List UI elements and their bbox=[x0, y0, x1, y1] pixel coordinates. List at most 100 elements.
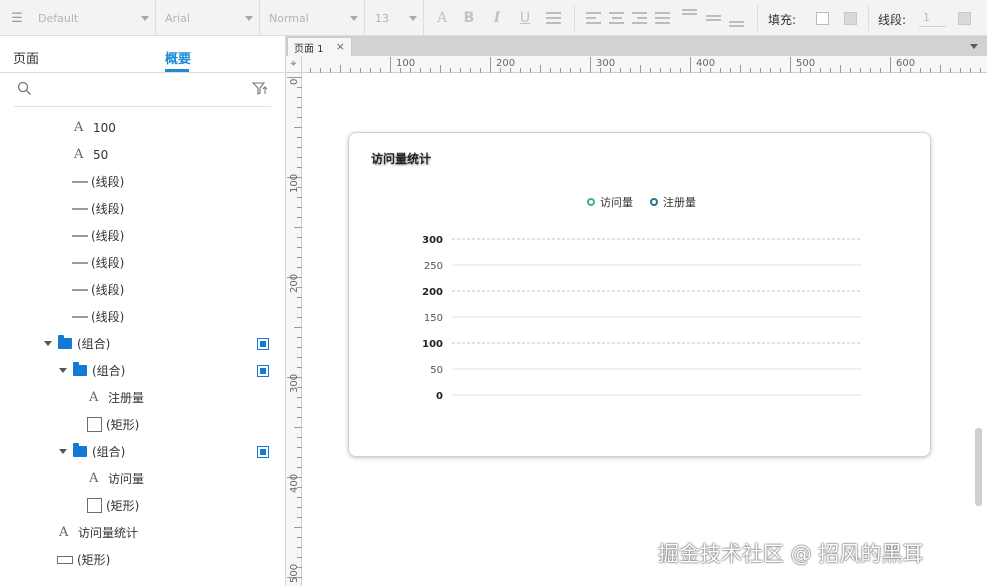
ruler-label: 300 bbox=[596, 58, 616, 69]
close-icon[interactable]: × bbox=[336, 40, 345, 53]
tree-item-line[interactable]: (线段) bbox=[0, 249, 285, 276]
valign-top-icon[interactable] bbox=[680, 9, 698, 27]
tree-item-label: (线段) bbox=[91, 310, 125, 324]
line-icon bbox=[72, 180, 88, 183]
ruler-label: 100 bbox=[289, 173, 300, 193]
text-icon: A bbox=[89, 471, 99, 486]
vertical-scrollbar[interactable] bbox=[975, 428, 982, 506]
y-tick-label: 0 bbox=[436, 391, 443, 402]
tree-item-label: (线段) bbox=[91, 283, 125, 297]
tree-item-label: (矩形) bbox=[106, 499, 140, 513]
ruler-label: 200 bbox=[289, 273, 300, 293]
tree-item-group[interactable]: (组合) bbox=[0, 357, 285, 384]
tree-item-line[interactable]: (线段) bbox=[0, 222, 285, 249]
y-tick-label: 250 bbox=[424, 261, 443, 272]
ruler-label: 600 bbox=[896, 58, 916, 69]
y-tick-label: 150 bbox=[424, 313, 443, 324]
rectangle-icon bbox=[87, 417, 102, 432]
expand-arrow-icon[interactable] bbox=[59, 368, 67, 373]
page-tab-bar: 页面 1 × bbox=[286, 36, 987, 56]
ruler-label: 500 bbox=[289, 563, 300, 583]
tab-outline[interactable]: 概要 bbox=[165, 48, 191, 67]
expand-arrow-icon[interactable] bbox=[59, 449, 67, 454]
font-family-select[interactable]: Arial bbox=[157, 0, 260, 36]
ruler-label: 400 bbox=[289, 473, 300, 493]
tree-item-text[interactable]: A 注册量 bbox=[0, 384, 285, 411]
tree-item-label: (组合) bbox=[92, 364, 126, 378]
text-icon: A bbox=[74, 120, 84, 135]
chevron-down-icon bbox=[245, 15, 253, 21]
tree-item-label: (组合) bbox=[77, 337, 111, 351]
search-input[interactable] bbox=[38, 80, 238, 98]
interaction-flag-icon[interactable] bbox=[257, 446, 269, 458]
align-left-icon[interactable] bbox=[584, 9, 602, 27]
bullets-icon[interactable] bbox=[544, 9, 562, 27]
outline-panel: 页面 概要 A 100 A 50 (线段) (线段) (线段) (线段) (线段… bbox=[0, 36, 286, 586]
font-weight-value: Normal bbox=[269, 11, 309, 25]
fill-color-swatch[interactable] bbox=[816, 12, 829, 25]
paragraph-style-icon: ☰ bbox=[11, 10, 23, 26]
watermark-text: 掘金技术社区 @ 招风的黑耳 bbox=[658, 542, 924, 566]
line-width-input[interactable]: 1 bbox=[919, 9, 946, 27]
italic-icon[interactable]: I bbox=[488, 9, 506, 27]
bold-icon[interactable]: B bbox=[460, 9, 478, 27]
tree-item-label: 注册量 bbox=[108, 391, 145, 405]
search-icon[interactable] bbox=[17, 81, 32, 96]
ruler-label: 400 bbox=[696, 58, 716, 69]
crosshair-icon[interactable]: ⌖ bbox=[286, 56, 302, 73]
fill-style-swatch[interactable] bbox=[844, 12, 857, 25]
line-icon bbox=[72, 234, 88, 237]
line-icon bbox=[72, 261, 88, 264]
text-icon: A bbox=[59, 525, 69, 540]
interaction-flag-icon[interactable] bbox=[257, 365, 269, 377]
tree-item-group[interactable]: (组合) bbox=[0, 330, 285, 357]
ruler-label: 300 bbox=[289, 373, 300, 393]
toolbar: ☰ Default Arial Normal 13 A B I U 填充: 线段… bbox=[0, 0, 987, 36]
text-icon: A bbox=[74, 147, 84, 162]
underline-icon[interactable]: U bbox=[516, 9, 534, 27]
tree-item-line[interactable]: (线段) bbox=[0, 168, 285, 195]
justify-icon[interactable] bbox=[653, 9, 671, 27]
interaction-flag-icon[interactable] bbox=[257, 338, 269, 350]
tree-item-label: (矩形) bbox=[77, 553, 111, 567]
toolbar-divider bbox=[574, 5, 575, 31]
panel-divider bbox=[0, 72, 285, 73]
folder-icon bbox=[73, 362, 87, 376]
tab-list-dropdown-icon[interactable] bbox=[970, 44, 978, 49]
tree-item-text[interactable]: A 100 bbox=[0, 114, 285, 141]
font-size-select[interactable]: 13 bbox=[366, 0, 424, 36]
tree-item-rect[interactable]: (矩形) bbox=[0, 546, 285, 573]
align-right-icon[interactable] bbox=[630, 9, 648, 27]
valign-middle-icon[interactable] bbox=[704, 9, 722, 27]
line-color-swatch[interactable] bbox=[958, 12, 971, 25]
valign-bottom-icon[interactable] bbox=[727, 9, 745, 27]
filter-icon[interactable] bbox=[252, 81, 268, 96]
style-select[interactable]: ☰ Default bbox=[0, 0, 156, 36]
chevron-down-icon bbox=[141, 15, 149, 21]
expand-arrow-icon[interactable] bbox=[44, 341, 52, 346]
tree-item-text[interactable]: A 50 bbox=[0, 141, 285, 168]
chart-card[interactable]: 访问量统计 访问量 注册量 300 250 200 150 100 50 0 bbox=[348, 132, 931, 457]
tab-pages[interactable]: 页面 bbox=[13, 48, 39, 67]
tree-item-group[interactable]: (组合) bbox=[0, 438, 285, 465]
tree-item-text[interactable]: A 访问量统计 bbox=[0, 519, 285, 546]
tree-item-line[interactable]: (线段) bbox=[0, 276, 285, 303]
vertical-ruler: 0 100 200 300 400 500 bbox=[286, 73, 302, 586]
align-center-icon[interactable] bbox=[607, 9, 625, 27]
tree-item-rect[interactable]: (矩形) bbox=[0, 492, 285, 519]
font-color-icon[interactable]: A bbox=[433, 9, 451, 27]
tab-page-1[interactable]: 页面 1 × bbox=[287, 37, 352, 56]
tree-item-line[interactable]: (线段) bbox=[0, 195, 285, 222]
ruler-label: 0 bbox=[289, 78, 300, 85]
tree-item-rect[interactable]: (矩形) bbox=[0, 411, 285, 438]
rectangle-icon bbox=[87, 498, 102, 513]
folder-icon bbox=[58, 335, 72, 349]
y-tick-label: 200 bbox=[422, 287, 443, 298]
y-tick-label: 100 bbox=[422, 339, 443, 350]
tree-item-label: 100 bbox=[93, 120, 116, 135]
vertical-ruler-ticks bbox=[287, 77, 302, 578]
tree-item-line[interactable]: (线段) bbox=[0, 303, 285, 330]
font-weight-select[interactable]: Normal bbox=[261, 0, 365, 36]
tree-item-text[interactable]: A 访问量 bbox=[0, 465, 285, 492]
toolbar-divider bbox=[868, 5, 869, 31]
